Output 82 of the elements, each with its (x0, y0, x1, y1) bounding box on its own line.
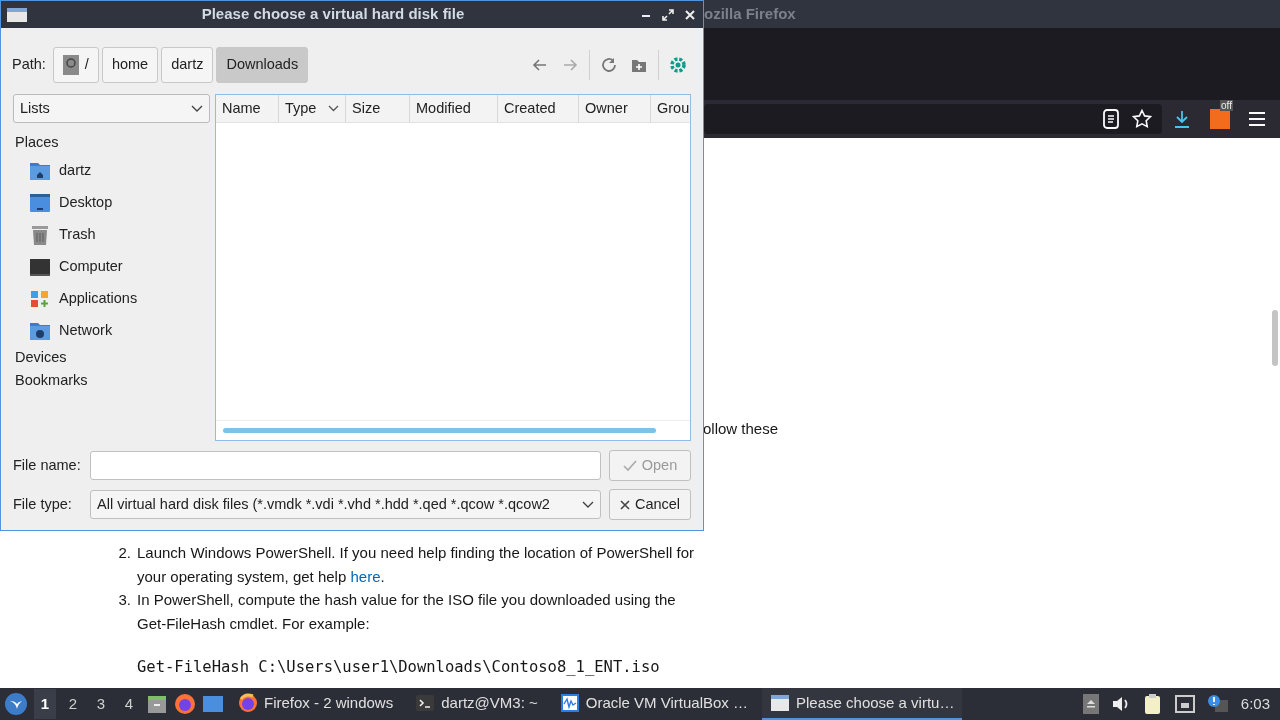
path-button[interactable]: home (101, 46, 159, 83)
paragraph-text: ollow these (703, 419, 779, 439)
desktop-icon (29, 192, 51, 214)
column-header[interactable]: Size (346, 95, 410, 122)
file-type-dropdown[interactable]: All virtual hard disk files (*.vmdk *.vdi *.vhd *.hdd *.qed *.qcow *.qcow2 (90, 490, 601, 519)
section-heading[interactable]: Devices (13, 347, 211, 370)
field-label: File name: (13, 455, 82, 475)
column-header[interactable]: Type (279, 95, 346, 122)
chevron-down-icon (582, 500, 594, 509)
maximize-icon[interactable] (661, 7, 675, 22)
download-icon[interactable] (1172, 109, 1192, 129)
workspace-button[interactable]: 3 (90, 689, 112, 719)
field-label: File type: (13, 494, 73, 514)
gear-icon[interactable] (669, 55, 687, 74)
apps-grid-icon (29, 288, 51, 310)
menu-icon[interactable] (1248, 111, 1266, 127)
sidebar-item[interactable]: Applications (59, 288, 138, 310)
desktop-icon[interactable] (202, 694, 224, 714)
workspace-button[interactable]: 4 (118, 689, 140, 719)
column-header[interactable]: Grou (651, 95, 690, 122)
path-label: Path: (12, 54, 46, 74)
chevron-down-icon (191, 104, 203, 113)
monitor-icon (29, 256, 51, 278)
sidebar-item[interactable]: Network (59, 320, 113, 342)
notification-icon[interactable] (1206, 694, 1229, 714)
file-list[interactable]: Name Type Size Modified Created Owner Grou (215, 94, 691, 441)
close-icon (619, 499, 630, 510)
chart-window-icon (559, 693, 580, 713)
section-heading[interactable]: Bookmarks (13, 370, 211, 393)
list-item-text: Launch Windows PowerShell. If you need help finding the location of PowerShell for your operating system, get help here. (137, 543, 695, 587)
workspace-button[interactable]: 1 (34, 689, 56, 719)
taskbar-button[interactable]: Firefox - 2 windows (230, 688, 402, 720)
code-line: Get-FileHash C:\Users\user1\Downloads\Contoso8_1_ENT.iso (137, 657, 661, 678)
close-icon[interactable] (683, 7, 697, 22)
window-title: ozilla Firefox (704, 3, 796, 24)
firefox-icon (238, 693, 258, 713)
clipboard-icon[interactable] (1142, 693, 1163, 715)
path-button[interactable]: Downloads (216, 46, 309, 83)
drive-icon (62, 54, 79, 75)
sidebar-item[interactable]: Computer (59, 256, 123, 278)
sidebar-item[interactable]: Trash (59, 224, 96, 246)
sidebar-item[interactable]: Desktop (59, 192, 113, 214)
firefox-icon[interactable] (174, 693, 196, 715)
scrollbar-thumb[interactable] (223, 428, 656, 433)
workspace-button[interactable]: 2 (62, 689, 84, 719)
taskbar-button[interactable]: Oracle VM VirtualBox … (551, 688, 756, 720)
terminal-icon (415, 693, 436, 713)
trash-icon (29, 224, 51, 246)
reader-view-icon[interactable] (1102, 109, 1120, 129)
home-folder-icon (29, 160, 51, 182)
file-name-field[interactable] (90, 451, 601, 480)
sort-chevron-icon (328, 105, 339, 112)
path-button[interactable]: / (52, 46, 99, 83)
refresh-icon[interactable] (600, 55, 618, 74)
network-folder-icon (29, 320, 51, 342)
list-number: 2. (117, 543, 131, 563)
bookmark-star-icon[interactable] (1132, 109, 1152, 129)
column-header[interactable]: Modified (410, 95, 498, 122)
list-number: 3. (117, 590, 131, 610)
sidebar-item[interactable]: dartz (59, 160, 92, 182)
list-item-text: In PowerShell, compute the hash value for the ISO file you downloaded using the Get-FileHash cmdlet. For example: (137, 590, 677, 634)
column-header[interactable]: Owner (579, 95, 651, 122)
cancel-button[interactable]: Cancel (609, 489, 691, 520)
file-cabinet-icon[interactable] (146, 693, 168, 715)
clock: 6:03 (1240, 693, 1270, 714)
network-port-icon[interactable] (1174, 695, 1195, 713)
window-title: Please choose a virtual hard disk file (200, 4, 466, 25)
column-header[interactable]: Name (216, 95, 279, 122)
eject-icon[interactable] (1082, 694, 1099, 714)
section-heading: Places (15, 133, 60, 152)
bird-logo-icon[interactable] (4, 692, 28, 716)
link[interactable]: here (350, 567, 381, 585)
taskbar-button[interactable]: Please choose a virtu… (762, 688, 963, 720)
path-button[interactable]: dartz (161, 46, 214, 83)
checkmark-icon (622, 459, 637, 472)
extension-badge: off (1220, 100, 1233, 111)
column-header[interactable]: Created (498, 95, 579, 122)
scrollbar-thumb[interactable] (1272, 310, 1278, 366)
taskbar-button[interactable]: dartz@VM3: ~ (407, 688, 546, 720)
window-icon (770, 693, 790, 713)
window-icon (7, 6, 27, 23)
view-dropdown[interactable]: Lists (13, 94, 210, 123)
